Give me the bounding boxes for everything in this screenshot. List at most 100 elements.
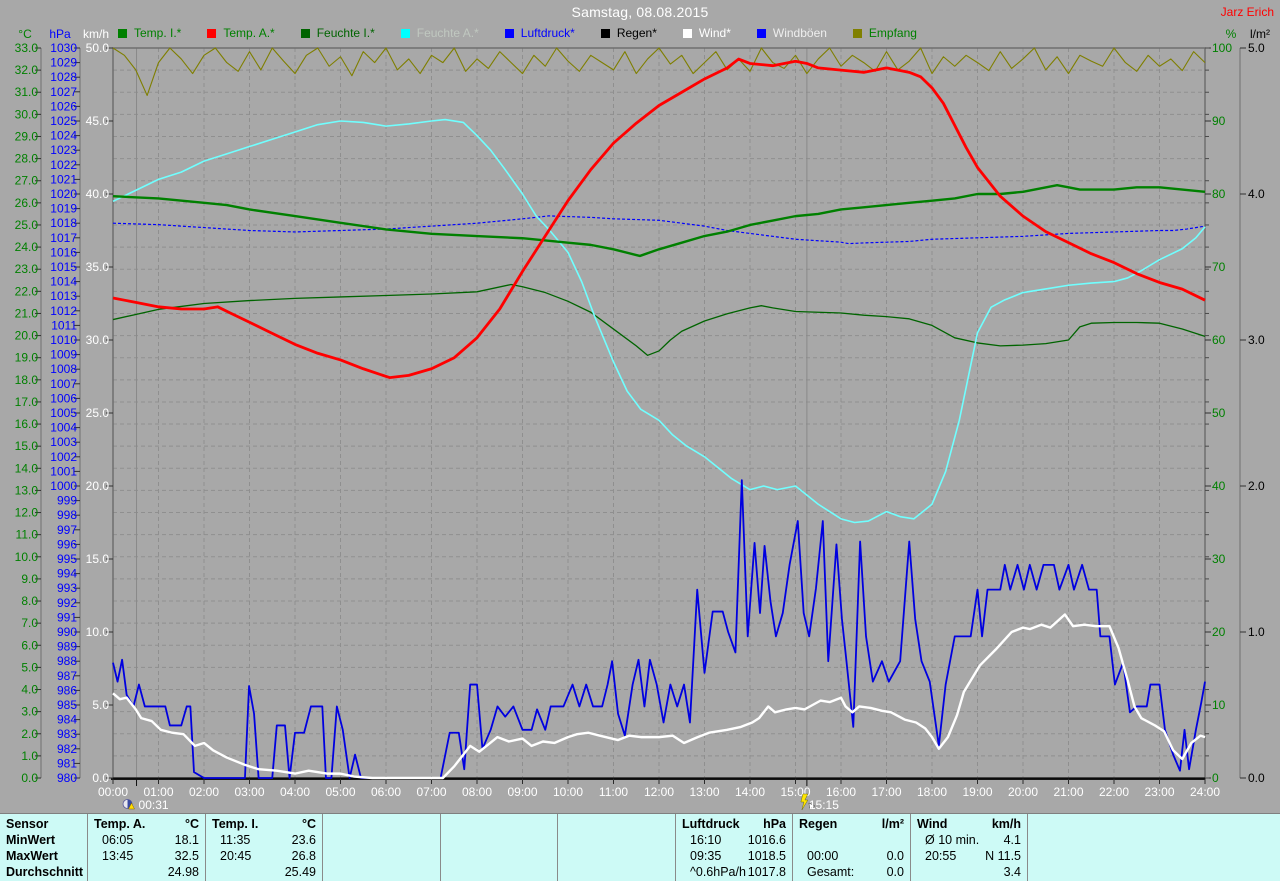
table-column-empty-3 (323, 814, 441, 881)
x-tick-label: 05:00 (325, 785, 355, 799)
axis-label-temp: 15.0 (15, 439, 39, 453)
cell-time (917, 864, 925, 880)
axis-label-pressure: 993 (57, 581, 77, 595)
column-header-name: Temp. A. (94, 817, 146, 831)
axis-label-temp: 29.0 (15, 129, 39, 143)
table-column-luftdruck: Luftdruck hPa 16:10 1016.6 09:35 1018.5 ^0.6hP… (676, 814, 793, 881)
axis-label-temp: 7.0 (21, 616, 38, 630)
axis-label-wind: 0.0 (92, 771, 109, 785)
x-tick-label: 08:00 (462, 785, 492, 799)
cell-time: 13:45 (102, 849, 134, 863)
x-tick-label: 17:00 (871, 785, 901, 799)
axis-label-pressure: 1014 (50, 275, 77, 289)
axis-label-pressure: 1021 (50, 172, 77, 186)
table-column-labels-0: Sensor MinWert MaxWert Durchschnitt (0, 814, 88, 881)
axis-label-pressure: 1001 (50, 464, 77, 478)
axis-label-pressure: 1019 (50, 202, 77, 216)
cell-value: 18.1 (174, 833, 199, 847)
axis-label-humidity: 80 (1212, 187, 1226, 201)
axis-label-humidity: 20 (1212, 625, 1226, 639)
cell-time: Ø 10 min. (925, 833, 980, 847)
table-column-empty-4 (441, 814, 558, 881)
axis-label-temp: 20.0 (15, 329, 39, 343)
column-header-unit: l/m² (881, 817, 904, 831)
axis-label-temp: 27.0 (15, 174, 39, 188)
axis-label-rain: 3.0 (1248, 333, 1265, 347)
x-tick-label: 00:00 (98, 785, 128, 799)
axis-label-wind: 35.0 (86, 260, 110, 274)
axis-label-pressure: 983 (57, 727, 77, 741)
axis-label-rain: 5.0 (1248, 41, 1265, 55)
cell-value: 0.0 (886, 849, 904, 863)
column-header-unit: km/h (991, 817, 1021, 831)
axis-label-pressure: 1029 (50, 56, 77, 70)
x-tick-label: 06:00 (371, 785, 401, 799)
axis-label-pressure: 985 (57, 698, 77, 712)
axis-label-pressure: 1026 (50, 99, 77, 113)
x-tick-label: 10:00 (553, 785, 583, 799)
cell-time: 00:00 (807, 849, 839, 863)
x-tick-label: 07:00 (416, 785, 446, 799)
x-tick-label: 13:00 (689, 785, 719, 799)
cell-value: 1017.8 (747, 865, 786, 879)
axis-label-pressure: 1025 (50, 114, 77, 128)
axis-label-pressure: 1012 (50, 304, 77, 318)
stats-table: Sensor MinWert MaxWert Durchschnitt Temp. A.… (0, 813, 1280, 881)
axis-label-temp: 23.0 (15, 262, 39, 276)
axis-label-rain: 2.0 (1248, 479, 1265, 493)
axis-label-pressure: 1002 (50, 450, 77, 464)
cell-time: 11:35 (220, 833, 251, 847)
axis-label-pressure: 1018 (50, 216, 77, 230)
axis-label-wind: 30.0 (86, 333, 110, 347)
x-tick-label: 16:00 (826, 785, 856, 799)
x-tick-label: 11:00 (599, 785, 628, 799)
axis-label-rain: 0.0 (1248, 771, 1265, 785)
x-tick-label: 19:00 (962, 785, 992, 799)
x-tick-label: 09:00 (507, 785, 537, 799)
x-tick-label: 24:00 (1190, 785, 1220, 799)
row-label: Sensor (6, 817, 49, 831)
axis-label-temp: 32.0 (15, 63, 39, 77)
axis-label-humidity: 90 (1212, 114, 1226, 128)
axis-label-temp: 5.0 (21, 660, 38, 674)
cell-time: 16:10 (690, 833, 722, 847)
axis-label-pressure: 1009 (50, 348, 77, 362)
axis-label-temp: 25.0 (15, 218, 39, 232)
axis-label-pressure: 991 (57, 610, 77, 624)
cell-time (94, 864, 102, 880)
column-header-unit: hPa (763, 817, 786, 831)
axis-label-wind: 40.0 (86, 187, 110, 201)
cell-value: 32.5 (174, 849, 199, 863)
axis-label-pressure: 1022 (50, 158, 77, 172)
axis-label-pressure: 1010 (50, 333, 77, 347)
axis-label-pressure: 1024 (50, 129, 77, 143)
axis-label-temp: 19.0 (15, 351, 39, 365)
axis-label-temp: 16.0 (15, 417, 39, 431)
axis-label-pressure: 998 (57, 508, 77, 522)
cell-value: 3.4 (1003, 865, 1021, 879)
weather-chart: 0.0 1.0 2.0 3.0 4.0 5.0 6.0 7.0 8.0 9.0 10.0 11.0 12… (15, 41, 1265, 812)
axis-label-pressure: 1013 (50, 289, 77, 303)
x-tick-label: 12:00 (644, 785, 674, 799)
column-header-name: Wind (917, 817, 948, 831)
axis-label-pressure: 987 (57, 669, 77, 683)
axis-label-temp: 12.0 (15, 506, 39, 520)
axis-label-temp: 28.0 (15, 152, 39, 166)
table-column-empty-9 (1028, 814, 1280, 881)
axis-label-humidity: 30 (1212, 552, 1226, 566)
axis-label-pressure: 1028 (50, 70, 77, 84)
row-label: MaxWert (6, 849, 58, 863)
column-header-name: Temp. I. (212, 817, 259, 831)
axis-label-temp: 14.0 (15, 461, 39, 475)
axis-label-pressure: 989 (57, 640, 77, 654)
column-header-unit: °C (301, 817, 316, 831)
cell-value: 25.49 (284, 865, 316, 879)
table-column-wind: Wind km/h Ø 10 min. 4.1 20:55 N 11.5 3.4 (911, 814, 1028, 881)
x-tick-label: 22:00 (1099, 785, 1129, 799)
axis-label-pressure: 997 (57, 523, 77, 537)
cell-value: 0.0 (886, 865, 904, 879)
cell-value: 1016.6 (747, 833, 786, 847)
axis-label-pressure: 994 (57, 567, 77, 581)
axis-label-pressure: 1003 (50, 435, 77, 449)
x-tick-label: 03:00 (234, 785, 264, 799)
